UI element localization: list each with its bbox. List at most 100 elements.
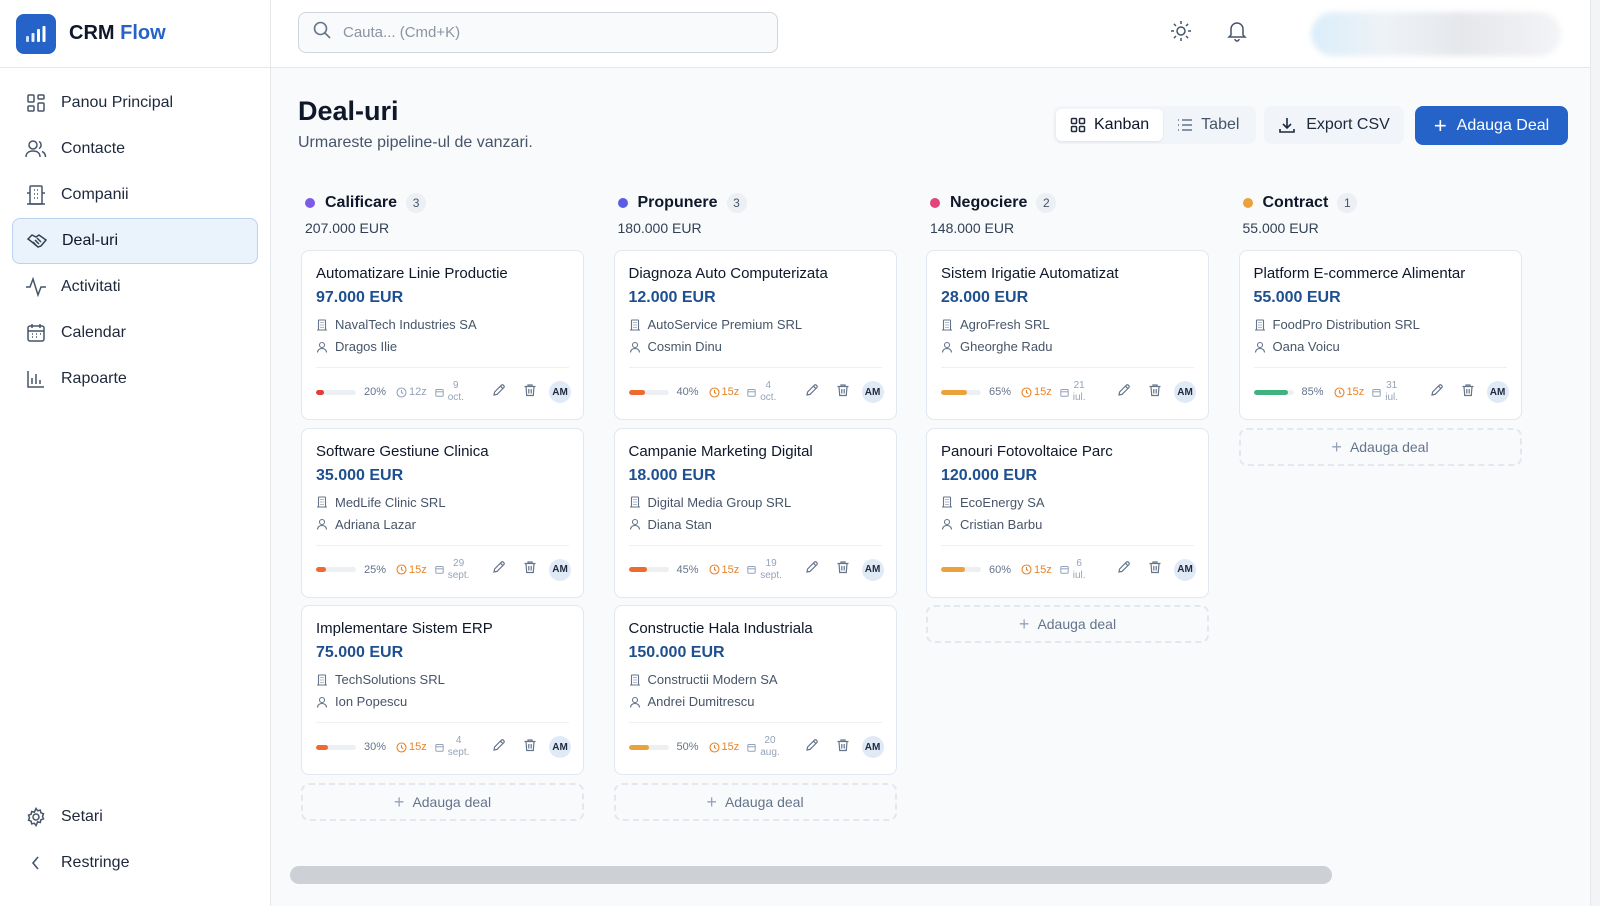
trash-icon: [1461, 383, 1475, 402]
deal-card[interactable]: Platform E-commerce Alimentar 55.000 EUR F…: [1238, 250, 1522, 420]
deal-card[interactable]: Software Gestiune Clinica 35.000 EUR MedLi…: [301, 427, 584, 598]
delete-deal-button[interactable]: [832, 559, 854, 581]
deal-card[interactable]: Constructie Hala Industriala 150.000 EUR C…: [613, 605, 897, 775]
pencil-icon: [1117, 383, 1131, 402]
deal-contact[interactable]: Adriana Lazar: [316, 517, 416, 532]
avatar[interactable]: AM: [1486, 381, 1509, 403]
deal-company[interactable]: Constructii Modern SA: [629, 672, 778, 687]
avatar[interactable]: AM: [861, 381, 884, 403]
sidebar-item-activities[interactable]: Activitati: [12, 264, 258, 310]
deal-company[interactable]: Digital Media Group SRL: [629, 495, 791, 510]
probability-percent: 20%: [364, 386, 387, 398]
add-deal-inline-button[interactable]: + Adauga deal: [1238, 427, 1522, 466]
edit-deal-button[interactable]: [801, 559, 823, 581]
sidebar-item-calendar[interactable]: Calendar: [12, 310, 258, 356]
deal-actions: AM: [479, 381, 571, 403]
search-input[interactable]: [343, 24, 743, 41]
add-deal-button[interactable]: + Adauga Deal: [1415, 106, 1568, 145]
deal-card[interactable]: Diagnoza Auto Computerizata 12.000 EUR Aut…: [613, 250, 897, 420]
column-title: Contract: [1262, 194, 1329, 211]
delete-deal-button[interactable]: [1144, 559, 1166, 581]
sidebar-collapse-button[interactable]: Restringe: [12, 840, 258, 886]
avatar[interactable]: AM: [549, 381, 571, 403]
user-menu[interactable]: [1311, 12, 1561, 56]
deal-contact[interactable]: Andrei Dumitrescu: [629, 694, 754, 709]
plus-icon: +: [393, 791, 405, 812]
column-contract: Contract 1 55.000 EUR Platform E-commerce A…: [1238, 190, 1522, 466]
theme-toggle-button[interactable]: [1168, 20, 1194, 46]
delete-deal-button[interactable]: [519, 736, 541, 758]
close-date: 29 sept.: [435, 558, 469, 582]
sidebar-item-deals[interactable]: Deal-uri: [12, 218, 258, 264]
deal-card[interactable]: Automatizare Linie Productie 97.000 EUR Na…: [301, 250, 584, 420]
deal-company[interactable]: EcoEnergy SA: [941, 495, 1045, 510]
edit-deal-button[interactable]: [1113, 559, 1135, 581]
add-deal-inline-button[interactable]: + Adauga deal: [613, 782, 897, 821]
edit-deal-button[interactable]: [801, 736, 823, 758]
deal-contact[interactable]: Dragos Ilie: [316, 339, 397, 354]
delete-deal-button[interactable]: [519, 559, 541, 581]
deal-value: 97.000 EUR: [316, 289, 404, 306]
deal-contact[interactable]: Cosmin Dinu: [629, 339, 722, 354]
topbar: [271, 0, 1600, 68]
avatar[interactable]: AM: [861, 736, 884, 758]
deal-contact[interactable]: Oana Voicu: [1254, 339, 1340, 354]
deal-company[interactable]: AutoService Premium SRL: [629, 317, 802, 332]
avatar[interactable]: AM: [1174, 381, 1196, 403]
avatar[interactable]: AM: [549, 558, 571, 581]
edit-deal-button[interactable]: [1113, 381, 1135, 403]
avatar[interactable]: AM: [861, 558, 884, 581]
delete-deal-button[interactable]: [1457, 381, 1479, 403]
deal-company[interactable]: TechSolutions SRL: [316, 672, 445, 687]
sidebar-item-companies[interactable]: Companii: [12, 172, 258, 218]
edit-deal-button[interactable]: [488, 736, 510, 758]
brand[interactable]: CRM Flow: [0, 0, 270, 68]
sidebar-item-contacts[interactable]: Contacte: [12, 126, 258, 172]
divider: [941, 544, 1194, 546]
notifications-button[interactable]: [1224, 20, 1250, 46]
probability-bar: [316, 389, 356, 395]
avatar[interactable]: AM: [549, 736, 571, 758]
column-total: 148.000 EUR: [930, 220, 1015, 236]
vertical-scrollbar[interactable]: [1590, 0, 1600, 906]
sidebar-item-reports[interactable]: Rapoarte: [12, 356, 258, 402]
delete-deal-button[interactable]: [832, 381, 854, 403]
edit-deal-button[interactable]: [488, 381, 510, 403]
kanban-view-button[interactable]: Kanban: [1056, 109, 1164, 141]
horizontal-scrollbar[interactable]: [290, 866, 1332, 884]
deal-contact[interactable]: Ion Popescu: [316, 694, 407, 709]
download-icon: [1278, 116, 1296, 134]
deal-company[interactable]: AgroFresh SRL: [941, 317, 1050, 332]
edit-deal-button[interactable]: [488, 559, 510, 581]
sidebar-item-label: Rapoarte: [61, 370, 127, 387]
building-icon: [316, 673, 328, 686]
sidebar-item-settings[interactable]: Setari: [12, 794, 258, 840]
deal-value: 150.000 EUR: [628, 644, 725, 661]
delete-deal-button[interactable]: [519, 381, 541, 403]
delete-deal-button[interactable]: [832, 736, 854, 758]
deal-company[interactable]: MedLife Clinic SRL: [316, 495, 446, 510]
deal-contact[interactable]: Gheorghe Radu: [941, 339, 1053, 354]
delete-deal-button[interactable]: [1144, 381, 1166, 403]
deal-card[interactable]: Panouri Fotovoltaice Parc 120.000 EUR EcoE…: [926, 427, 1209, 598]
deal-card[interactable]: Sistem Irigatie Automatizat 28.000 EUR Agr…: [926, 250, 1209, 420]
deal-card[interactable]: Implementare Sistem ERP 75.000 EUR TechSol…: [301, 605, 584, 775]
add-deal-inline-button[interactable]: + Adauga deal: [301, 782, 584, 821]
edit-deal-button[interactable]: [1426, 381, 1448, 403]
export-csv-button[interactable]: Export CSV: [1264, 106, 1404, 144]
deal-value: 18.000 EUR: [628, 466, 716, 484]
table-view-button[interactable]: Tabel: [1163, 109, 1253, 141]
deal-card[interactable]: Campanie Marketing Digital 18.000 EUR Digi…: [613, 427, 897, 598]
deal-company[interactable]: FoodPro Distribution SRL: [1254, 317, 1420, 332]
add-deal-inline-button[interactable]: + Adauga deal: [926, 605, 1209, 643]
avatar[interactable]: AM: [1174, 558, 1196, 581]
deal-contact[interactable]: Cristian Barbu: [941, 517, 1042, 532]
sidebar-item-dashboard[interactable]: Panou Principal: [12, 80, 258, 126]
column-total: 180.000 EUR: [617, 220, 702, 236]
deal-contact[interactable]: Diana Stan: [629, 517, 712, 532]
deal-company[interactable]: NavalTech Industries SA: [316, 317, 477, 332]
search-box[interactable]: [298, 12, 778, 53]
edit-deal-button[interactable]: [801, 381, 823, 403]
column-header: Contract 1: [1239, 190, 1522, 216]
probability-bar: [941, 389, 981, 395]
